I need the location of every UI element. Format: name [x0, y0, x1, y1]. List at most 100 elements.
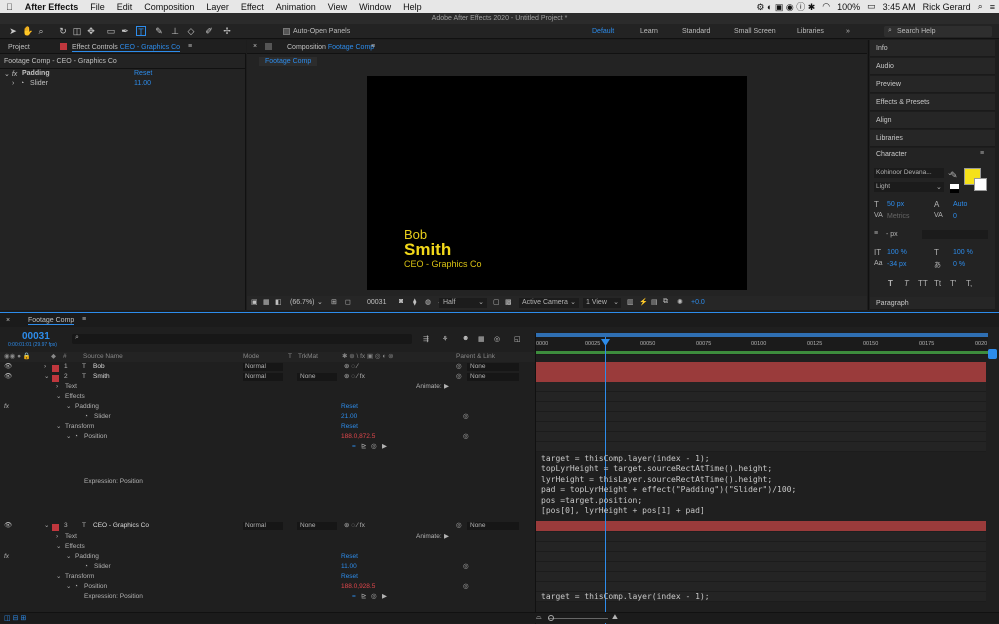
selection-tool-icon[interactable]: ➤: [8, 26, 18, 36]
time-ruler[interactable]: 0000 00025 00050 00075 00100 00125 00150…: [536, 333, 988, 355]
work-area-bar[interactable]: [536, 333, 988, 337]
layer3-slider-pickwhip-icon[interactable]: ◎: [463, 562, 469, 572]
workspace-learn[interactable]: Learn: [640, 28, 658, 35]
panel-info[interactable]: Info: [870, 40, 995, 57]
menu-view[interactable]: View: [322, 2, 353, 12]
brush-tool-icon[interactable]: ✎: [154, 26, 164, 36]
toggle-pixel-icon[interactable]: ▥: [627, 298, 634, 306]
menu-icon[interactable]: ≡: [990, 2, 995, 12]
comp-panel-menu-icon[interactable]: ≡: [371, 43, 375, 50]
layer2-collapse-icon[interactable]: ⌄: [44, 372, 49, 382]
expand-slider-icon[interactable]: ›: [12, 80, 14, 87]
horizontal-scale-value[interactable]: 100 %: [953, 249, 973, 256]
hand-tool-icon[interactable]: ✋: [22, 26, 33, 36]
tsume-value[interactable]: 0 %: [953, 261, 965, 268]
resolution-select[interactable]: Half ⌄: [439, 298, 487, 308]
workspace-small-screen[interactable]: Small Screen: [734, 28, 776, 35]
font-style-dropdown-icon[interactable]: ⌄: [936, 183, 942, 191]
layer3-expression-editor[interactable]: target = thisComp.layer(index - 1);: [541, 592, 710, 603]
views-select[interactable]: 1 View ⌄: [583, 298, 621, 308]
stroke-style-select[interactable]: [922, 230, 988, 239]
wifi-icon[interactable]: ◠: [822, 1, 830, 12]
layer2-duration-bar[interactable]: [536, 372, 986, 382]
timeline-menu-icon[interactable]: ≡: [82, 316, 86, 323]
layer3-text-expand-icon[interactable]: ›: [56, 532, 58, 542]
layer2-position-pickwhip-icon[interactable]: ◎: [463, 432, 469, 442]
auto-open-checkbox[interactable]: [283, 28, 290, 35]
clock[interactable]: 3:45 AM: [883, 2, 916, 12]
tab-project[interactable]: Project: [8, 44, 30, 51]
roi-icon[interactable]: ▢: [493, 298, 500, 306]
workspace-standard[interactable]: Standard: [682, 28, 710, 35]
frame-blending-icon[interactable]: ▦: [478, 335, 485, 343]
always-preview-icon[interactable]: ▣: [251, 298, 258, 306]
type-tool-icon[interactable]: T: [136, 26, 146, 37]
layer3-slider-value[interactable]: 11.00: [341, 562, 357, 572]
layer3-expression-pickwhip-icon[interactable]: ◎: [371, 592, 377, 602]
leading-value[interactable]: Auto: [953, 201, 967, 208]
subscript-button[interactable]: T,: [966, 279, 972, 288]
zoom-out-icon[interactable]: ⌓: [536, 614, 542, 622]
layer2-effects-expand-icon[interactable]: ⌄: [56, 392, 61, 402]
menu-edit[interactable]: Edit: [111, 2, 139, 12]
vertical-scale-value[interactable]: 100 %: [887, 249, 907, 256]
tracking-value[interactable]: 0: [953, 213, 957, 220]
faux-italic-button[interactable]: T: [904, 279, 909, 288]
layer2-fx-icon[interactable]: fx: [4, 402, 9, 412]
layer2-name[interactable]: Smith: [93, 372, 110, 382]
panel-menu-icon[interactable]: ≡: [188, 43, 192, 50]
layer2-padding-expand-icon[interactable]: ⌄: [66, 402, 71, 412]
layer2-slider-pickwhip-icon[interactable]: ◎: [463, 412, 469, 422]
layer3-switches-icon[interactable]: ⊛ ◌ ⁄ fx: [344, 521, 365, 531]
layer3-position-value[interactable]: 188.0,928.5: [341, 582, 375, 592]
close-icon[interactable]: ×: [253, 43, 257, 50]
panel-align[interactable]: Align: [870, 112, 995, 129]
status-icons[interactable]: ⚙ ◐ ▣ ◉ ⓘ ✱: [756, 0, 815, 13]
font-size-value[interactable]: 50 px: [887, 201, 904, 208]
layer2-parent-select[interactable]: None: [467, 373, 519, 381]
layer2-text-expand-icon[interactable]: ›: [56, 382, 58, 392]
panel-libraries[interactable]: Libraries: [870, 130, 995, 147]
layer3-expression-enable-icon[interactable]: =: [352, 592, 356, 602]
layer1-parent-select[interactable]: None: [467, 363, 519, 371]
layer2-switches-icon[interactable]: ⊛ ◌ ⁄ fx: [344, 372, 365, 382]
expression-graph-icon[interactable]: ⊵: [361, 442, 366, 452]
show-snapshot-icon[interactable]: ⧫: [413, 298, 416, 306]
mask-visibility-icon[interactable]: ◧: [275, 298, 282, 306]
eraser-tool-icon[interactable]: ◇: [186, 26, 196, 36]
timeline-close-icon[interactable]: ×: [6, 317, 10, 324]
panel-effects-presets[interactable]: Effects & Presets: [870, 94, 995, 111]
layer3-pickwhip-icon[interactable]: ◎: [456, 521, 462, 531]
menu-app[interactable]: After Effects: [19, 2, 85, 12]
workspace-more-icon[interactable]: »: [846, 28, 850, 35]
baseline-shift-value[interactable]: -34 px: [887, 261, 906, 268]
font-family-select[interactable]: Kohinoor Devana...: [874, 168, 944, 178]
slider-value[interactable]: 11.00: [134, 80, 151, 87]
menu-layer[interactable]: Layer: [200, 2, 235, 12]
grid-icon[interactable]: ▦: [263, 298, 270, 306]
channel-icon[interactable]: ◍: [425, 298, 431, 306]
menu-window[interactable]: Window: [353, 2, 397, 12]
source-name-header[interactable]: Source Name: [83, 352, 123, 362]
zoom-in-icon[interactable]: ⛰: [612, 614, 618, 622]
layer2-transform-expand-icon[interactable]: ⌄: [56, 422, 61, 432]
panel-preview[interactable]: Preview: [870, 76, 995, 93]
character-menu-icon[interactable]: ≡: [980, 150, 984, 157]
layer3-parent-select[interactable]: None: [467, 522, 519, 530]
exposure-value[interactable]: +0.0: [691, 299, 705, 306]
layer3-expression-graph-icon[interactable]: ⊵: [361, 592, 366, 602]
layer2-position-expand-icon[interactable]: ⌄: [66, 432, 71, 442]
comp-viewer[interactable]: Bob Smith CEO - Graphics Co: [367, 76, 747, 290]
comp-subtab[interactable]: Footage Comp: [259, 57, 318, 66]
current-frame[interactable]: 00031: [367, 299, 386, 306]
tab-composition[interactable]: Composition Footage Comp: [287, 44, 374, 51]
black-white-swatch[interactable]: [950, 184, 959, 193]
timeline-scroll-icon[interactable]: [988, 349, 997, 359]
roto-brush-tool-icon[interactable]: ✐: [204, 26, 214, 36]
layer-row-2[interactable]: 👁 ⌄ 2 T Smith Normal None ⊛ ◌ ⁄ fx ◎ Non…: [0, 372, 535, 382]
tab-timeline-footage-comp[interactable]: Footage Comp: [28, 317, 75, 325]
small-caps-button[interactable]: Tt: [934, 279, 941, 288]
comp-mini-flowchart-icon[interactable]: ⇶: [423, 335, 429, 343]
layer-switches-toggle-icon[interactable]: ◫ ⊟ ⊞: [4, 614, 26, 622]
menu-help[interactable]: Help: [397, 2, 428, 12]
